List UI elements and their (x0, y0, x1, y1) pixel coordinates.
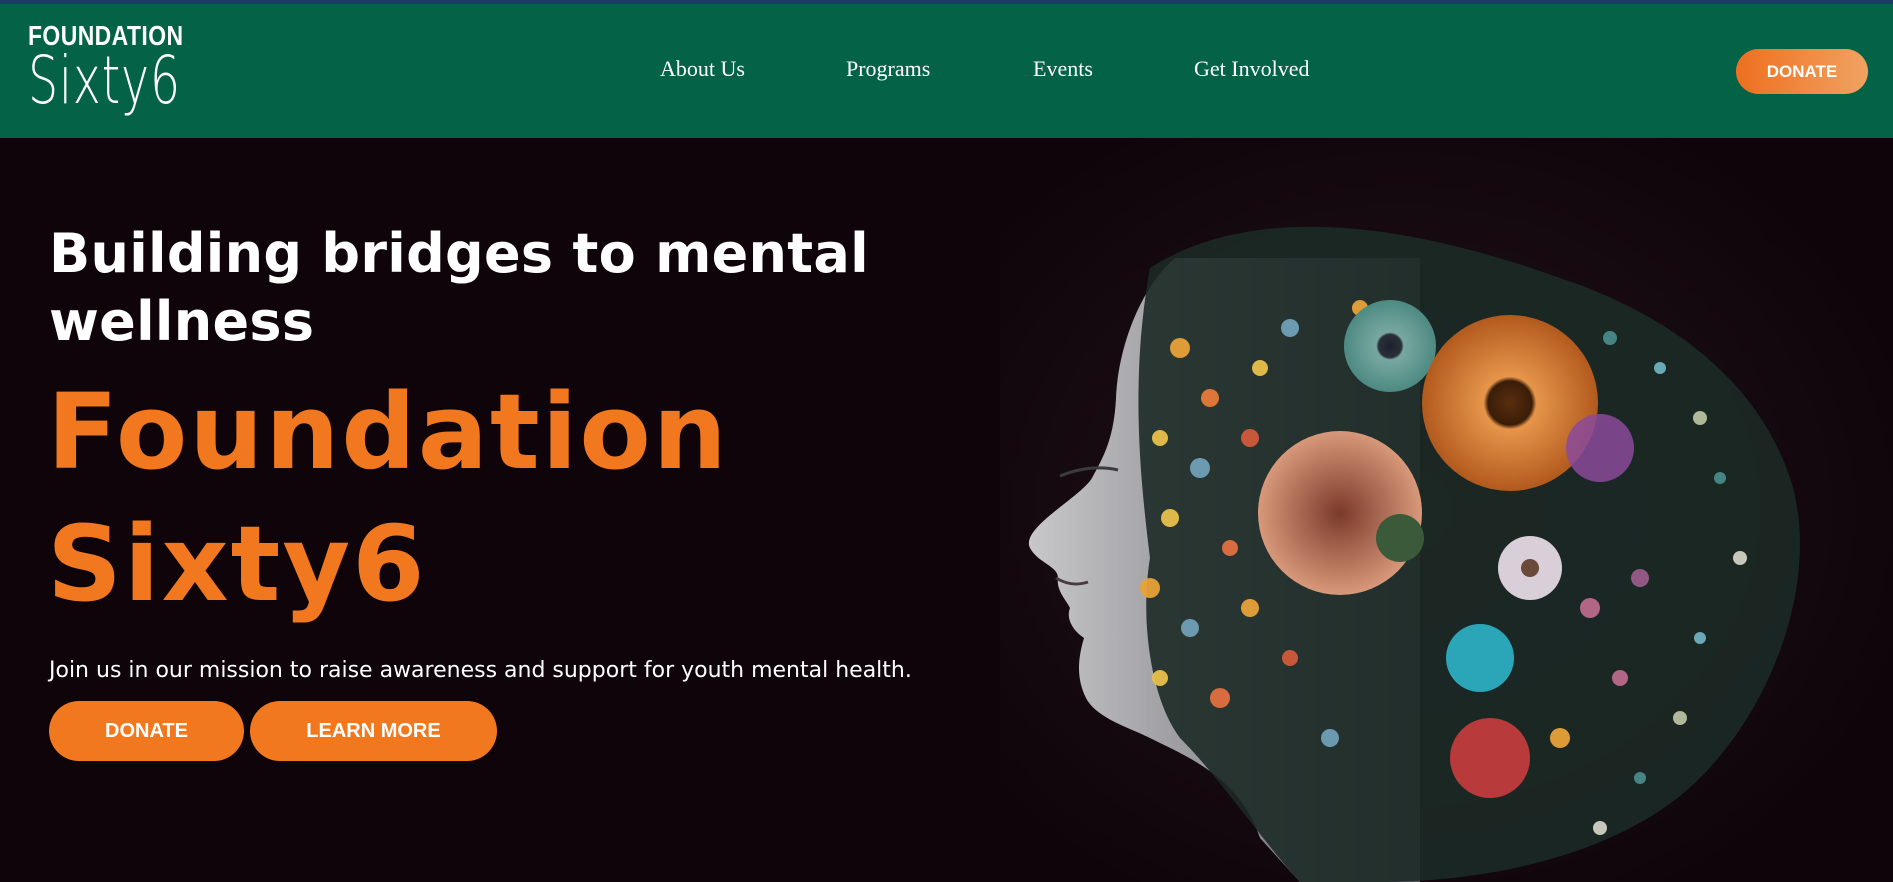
logo-bottom-text: Sixty6 (28, 42, 181, 119)
blue-flower (1446, 624, 1514, 692)
pink-flower (1258, 431, 1422, 595)
hero-brand-name: Foundation Sixty6 (47, 366, 847, 630)
hero-headline-line1: Building bridges to mental (49, 222, 869, 285)
hero-donate-button[interactable]: DONATE (49, 701, 244, 761)
nav-about-us[interactable]: About Us (660, 56, 745, 82)
header-donate-button[interactable]: DONATE (1736, 49, 1868, 94)
hero-brand-line1: Foundation (47, 371, 729, 493)
nav-programs[interactable]: Programs (846, 56, 930, 82)
nav-get-involved[interactable]: Get Involved (1194, 56, 1309, 82)
site-header: FOUNDATION Sixty6 About Us Programs Even… (0, 4, 1893, 138)
site-logo[interactable]: FOUNDATION Sixty6 (28, 22, 240, 114)
hero-headline-line2: wellness (49, 290, 315, 353)
hero-mission-text: Join us in our mission to raise awarenes… (49, 658, 912, 683)
hero-brand-line2: Sixty6 (47, 503, 427, 625)
hero-image (1000, 138, 1893, 882)
nav-events[interactable]: Events (1033, 56, 1093, 82)
learn-more-button[interactable]: LEARN MORE (250, 701, 497, 761)
teal-flower (1344, 300, 1436, 392)
hero-headline: Building bridges to mental wellness (49, 220, 949, 356)
hero-section: Building bridges to mental wellness Foun… (0, 138, 1893, 882)
